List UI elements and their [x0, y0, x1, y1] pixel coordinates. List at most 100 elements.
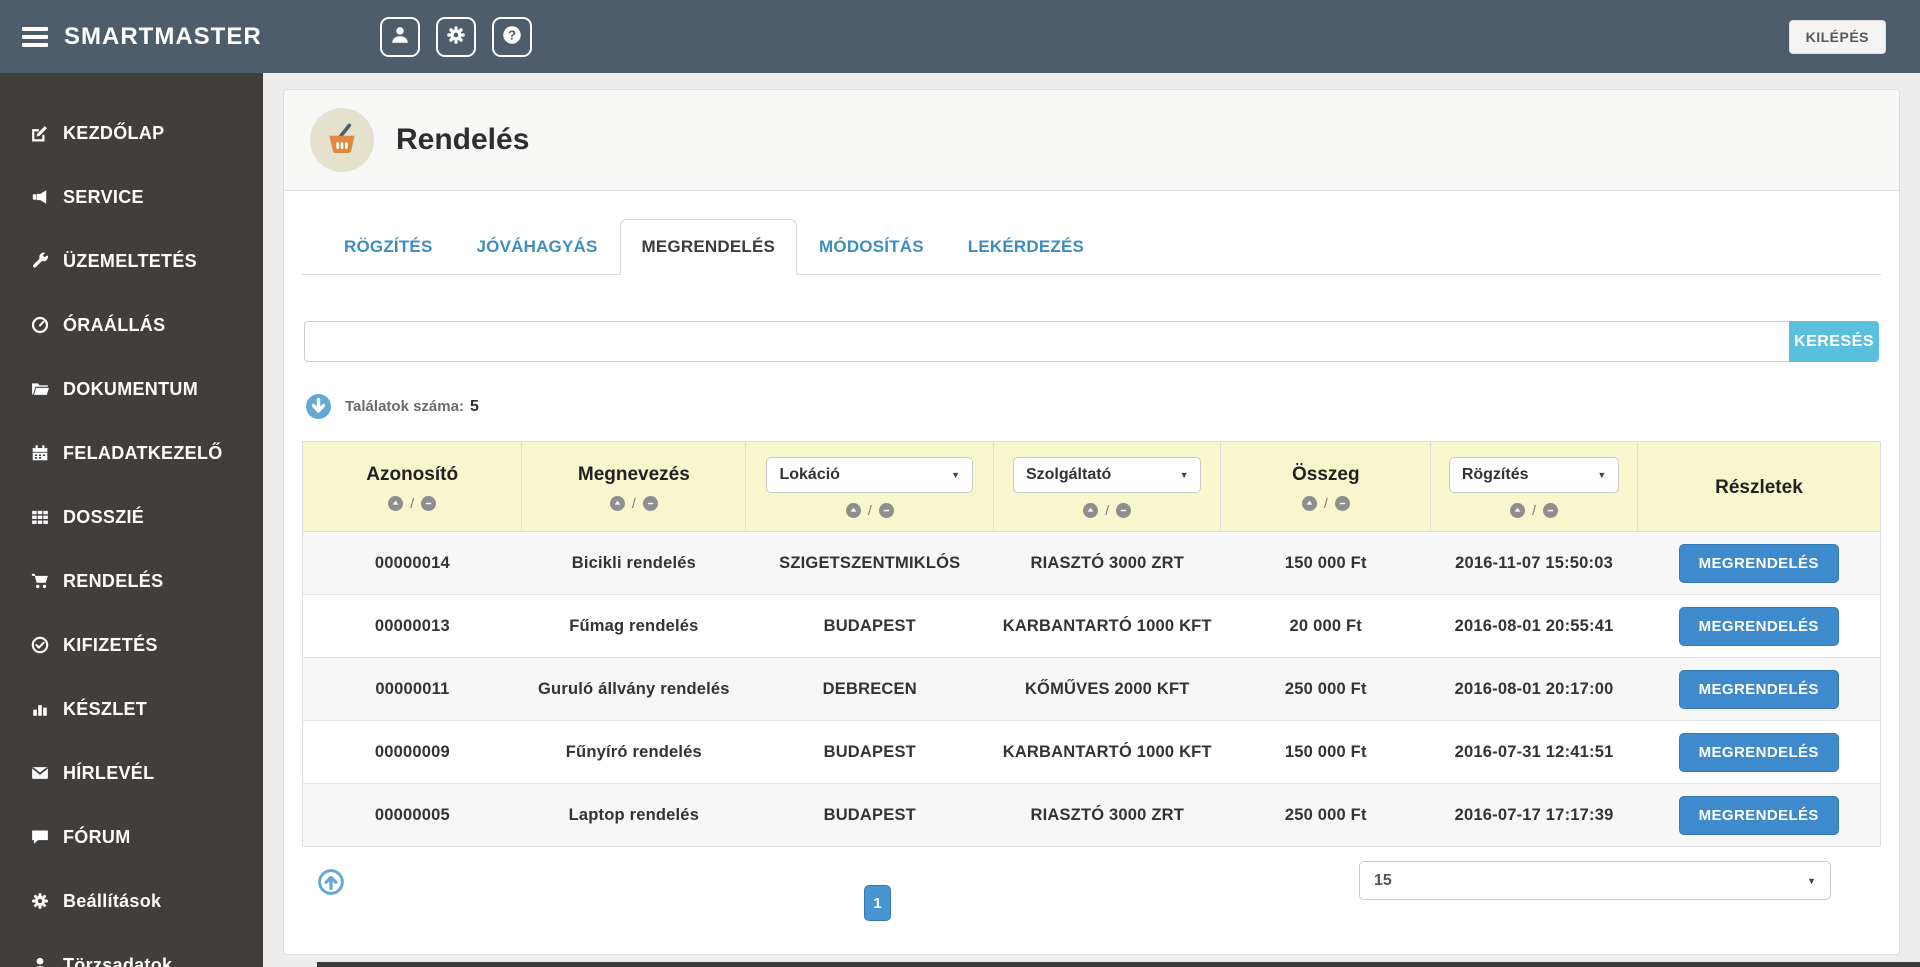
sort-separator: /	[410, 495, 415, 511]
sort-desc-icon[interactable]	[1116, 502, 1132, 518]
sidebar-item-11[interactable]: HÍRLEVÉL	[0, 741, 263, 805]
filter-select[interactable]: Szolgáltató ▼	[1012, 457, 1202, 493]
sidebar-item-7[interactable]: DOSSZIÉ	[0, 485, 263, 549]
table-footer: 1 15 ▼	[302, 861, 1881, 949]
sort-asc-icon[interactable]	[609, 495, 625, 511]
cell-recorded: 2016-11-07 15:50:03	[1430, 531, 1638, 595]
sort-separator: /	[1105, 502, 1110, 518]
sort-asc-icon[interactable]	[1083, 502, 1099, 518]
column-header-2: Megnevezés /	[521, 441, 747, 532]
cell-name: Guruló állvány rendelés	[521, 657, 746, 721]
order-basket-icon	[310, 108, 374, 172]
cell-name: Fűnyíró rendelés	[521, 720, 746, 784]
filter-select[interactable]: Rögzítés ▼	[1448, 457, 1620, 493]
svg-text:?: ?	[508, 28, 516, 43]
cell-name: Bicikli rendelés	[521, 531, 746, 595]
orders-table: Azonosító / Megnevezés / Lokáció ▼ / Szolgáltat…	[302, 441, 1881, 847]
sort-desc-icon[interactable]	[878, 502, 894, 518]
calendar-icon	[30, 444, 50, 462]
order-action-button[interactable]: MEGRENDELÉS	[1678, 795, 1839, 835]
sidebar-item-8[interactable]: RENDELÉS	[0, 549, 263, 613]
sidebar-item-10[interactable]: KÉSZLET	[0, 677, 263, 741]
table-row-1: 00000014 Bicikli rendelés SZIGETSZENTMIKLÓ…	[302, 531, 1881, 595]
column-header-4: Szolgáltató ▼ /	[993, 441, 1222, 532]
tab-4[interactable]: MÓDOSÍTÁS	[797, 219, 946, 275]
topbar: SMARTMASTER ? KILÉPÉS	[0, 0, 1920, 73]
order-action-button[interactable]: MEGRENDELÉS	[1678, 669, 1839, 709]
sidebar-item-9[interactable]: KIFIZETÉS	[0, 613, 263, 677]
cell-recorded: 2016-08-01 20:55:41	[1430, 594, 1638, 658]
sort-separator: /	[1323, 495, 1328, 511]
sidebar-item-2[interactable]: SERVICE	[0, 165, 263, 229]
table-row-2: 00000013 Fűmag rendelés BUDAPEST KARBANTART…	[302, 594, 1881, 658]
results-row: Találatok száma: 5	[302, 394, 1881, 419]
sort-controls: /	[1000, 502, 1214, 518]
cell-amount: 250 000 Ft	[1220, 657, 1431, 721]
user-button[interactable]	[379, 16, 420, 57]
tab-bar: RÖGZÍTÉS JÓVÁHAGYÁS MEGRENDELÉS MÓDOSÍTÁS LE…	[302, 219, 1881, 275]
menu-icon[interactable]	[22, 26, 48, 47]
sidebar-item-4[interactable]: ÓRAÁLLÁS	[0, 293, 263, 357]
cell-amount: 250 000 Ft	[1220, 783, 1431, 847]
sidebar-item-label: HÍRLEVÉL	[63, 762, 155, 783]
tab-3[interactable]: MEGRENDELÉS	[619, 219, 798, 275]
search-input[interactable]	[304, 321, 1789, 362]
sidebar-item-label: DOSSZIÉ	[63, 506, 145, 527]
cell-recorded: 2016-07-31 12:41:51	[1430, 720, 1638, 784]
page-size-select[interactable]: 15 ▼	[1359, 861, 1831, 900]
order-action-button[interactable]: MEGRENDELÉS	[1678, 543, 1839, 583]
logout-button[interactable]: KILÉPÉS	[1788, 19, 1886, 54]
app-title: SMARTMASTER	[64, 22, 262, 50]
sidebar-item-13[interactable]: Beállítások	[0, 869, 263, 933]
sidebar-item-14[interactable]: Törzsadatok	[0, 933, 263, 967]
user-icon	[390, 25, 410, 48]
sort-desc-icon[interactable]	[1543, 502, 1558, 518]
sort-desc-icon[interactable]	[642, 495, 658, 511]
collapse-circle-icon[interactable]	[306, 394, 331, 419]
tab-1[interactable]: RÖGZÍTÉS	[322, 219, 455, 275]
chevron-down-icon: ▼	[1807, 875, 1816, 886]
sort-asc-icon[interactable]	[1301, 495, 1317, 511]
column-label: Összeg	[1291, 464, 1360, 485]
sort-asc-icon[interactable]	[845, 502, 861, 518]
cell-provider: KARBANTARTÓ 1000 KFT	[993, 594, 1221, 658]
order-action-button[interactable]: MEGRENDELÉS	[1678, 732, 1839, 772]
sort-controls: /	[752, 502, 987, 518]
sidebar-item-6[interactable]: FELADATKEZELŐ	[0, 421, 263, 485]
sort-controls: /	[528, 495, 739, 511]
order-action-button[interactable]: MEGRENDELÉS	[1678, 606, 1839, 646]
gear-icon	[446, 25, 466, 48]
comment-icon	[30, 828, 50, 846]
search-button[interactable]: KERESÉS	[1789, 321, 1879, 362]
sort-desc-icon[interactable]	[1334, 495, 1350, 511]
table-row-5: 00000005 Laptop rendelés BUDAPEST RIASZTÓ 3…	[302, 783, 1881, 847]
cell-provider: KARBANTARTÓ 1000 KFT	[993, 720, 1221, 784]
chevron-down-icon: ▼	[1597, 470, 1607, 480]
sidebar-item-3[interactable]: ÜZEMELTETÉS	[0, 229, 263, 293]
sidebar: KEZDŐLAP SERVICE ÜZEMELTETÉS ÓRAÁLLÁS DOKUME…	[0, 73, 263, 967]
tab-5[interactable]: LEKÉRDEZÉS	[946, 219, 1106, 275]
table-row-4: 00000009 Fűnyíró rendelés BUDAPEST KARBANTA…	[302, 720, 1881, 784]
sidebar-item-1[interactable]: KEZDŐLAP	[0, 101, 263, 165]
envelope-icon	[30, 764, 50, 782]
cell-provider: RIASZTÓ 3000 ZRT	[993, 531, 1221, 595]
sidebar-item-label: Törzsadatok	[63, 954, 173, 967]
page-size-value: 15	[1374, 871, 1392, 889]
filter-select[interactable]: Lokáció ▼	[766, 457, 974, 493]
sort-asc-icon[interactable]	[1510, 502, 1526, 518]
search-row: KERESÉS	[302, 321, 1881, 362]
pagination-page-button[interactable]: 1	[864, 885, 891, 921]
settings-button[interactable]	[435, 16, 476, 57]
sort-controls: /	[309, 495, 515, 511]
sidebar-item-label: ÓRAÁLLÁS	[63, 314, 166, 335]
sidebar-item-12[interactable]: FÓRUM	[0, 805, 263, 869]
scroll-top-icon[interactable]	[318, 869, 344, 895]
sort-separator: /	[1532, 502, 1536, 518]
tab-2[interactable]: JÓVÁHAGYÁS	[455, 219, 620, 275]
filter-select-value: Rögzítés	[1461, 466, 1529, 483]
cell-recorded: 2016-08-01 20:17:00	[1430, 657, 1638, 721]
sidebar-item-5[interactable]: DOKUMENTUM	[0, 357, 263, 421]
help-button[interactable]: ?	[491, 16, 532, 57]
sort-desc-icon[interactable]	[421, 495, 437, 511]
sort-asc-icon[interactable]	[388, 495, 404, 511]
